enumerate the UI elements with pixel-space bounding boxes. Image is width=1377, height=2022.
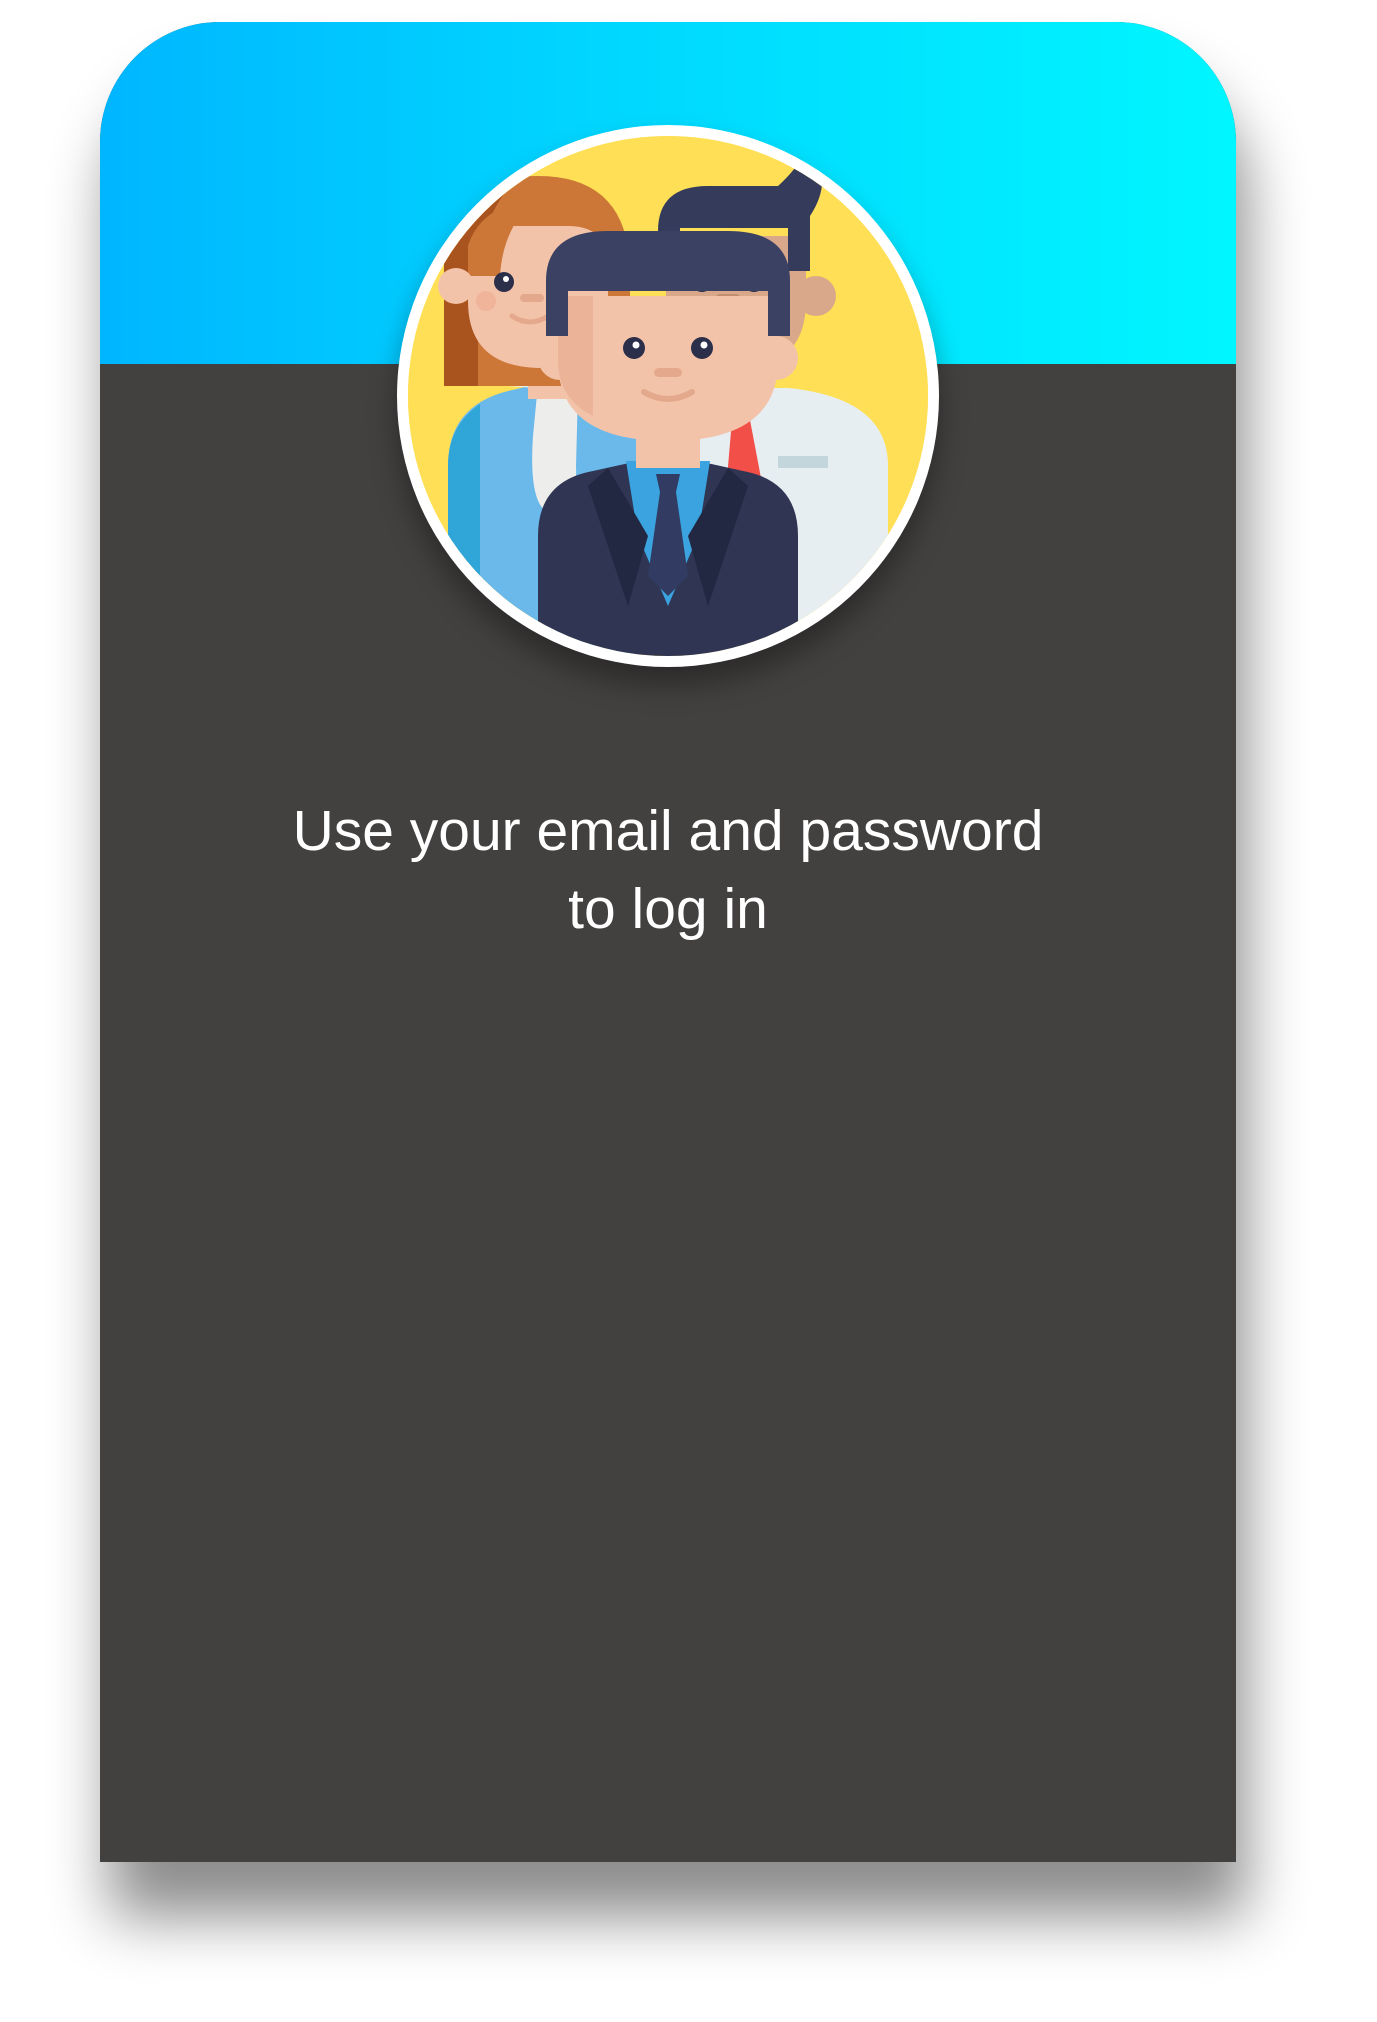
login-instruction-line-2: to log in <box>568 877 768 941</box>
login-instruction-line-1: Use your email and password <box>292 799 1044 863</box>
group-people-icon <box>408 136 928 656</box>
avatar <box>397 125 939 667</box>
login-instruction-text: Use your email and password to log in <box>100 792 1236 948</box>
